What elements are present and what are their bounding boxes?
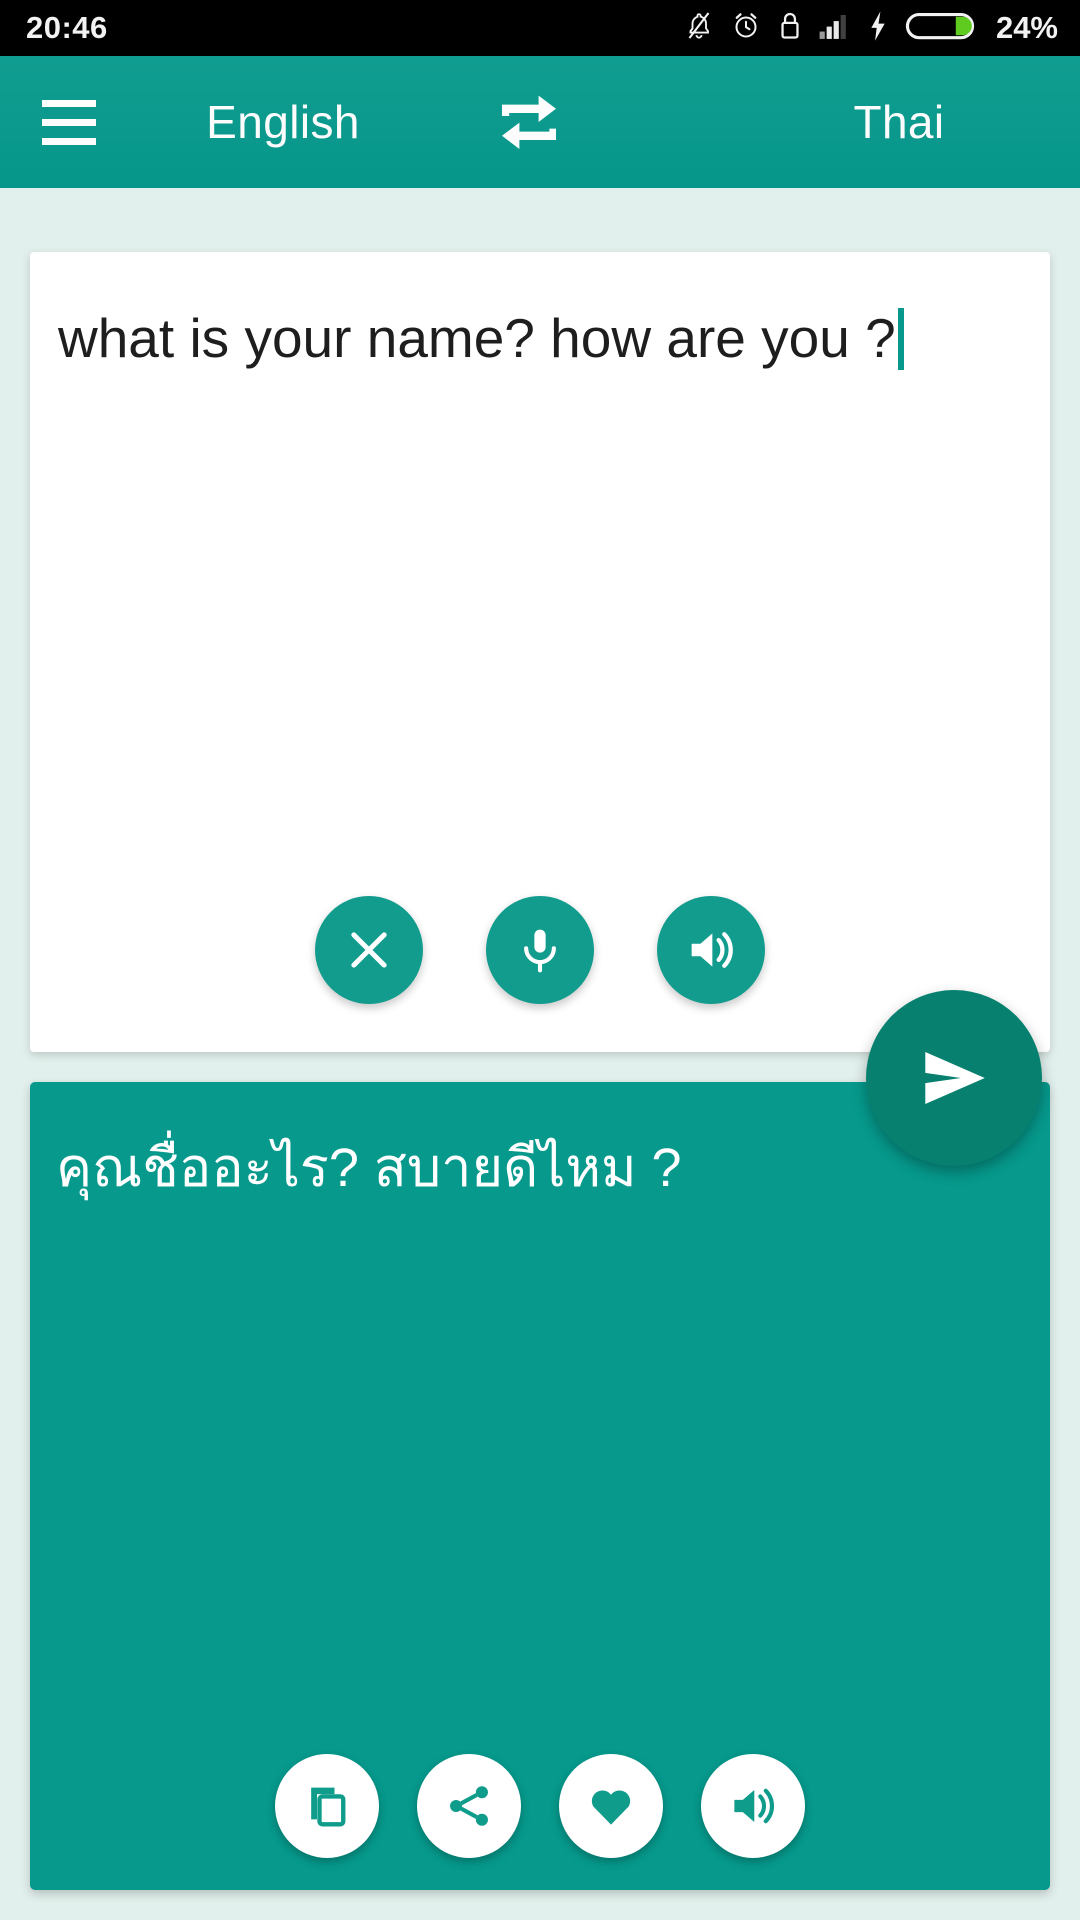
source-text-value: what is your name? how are you ? — [58, 307, 896, 369]
target-language-selector[interactable]: Thai — [754, 95, 1044, 149]
favorite-button[interactable] — [559, 1754, 663, 1858]
source-text-input[interactable]: what is your name? how are you ? — [58, 304, 1000, 373]
alarm-clock-icon — [731, 9, 761, 47]
source-text-card: what is your name? how are you ? — [30, 252, 1050, 1052]
translated-text-card: คุณชื่ออะไร? สบายดีไหม ? — [30, 1082, 1050, 1890]
lock-icon — [778, 9, 802, 47]
swap-languages-icon[interactable] — [474, 67, 584, 177]
share-button[interactable] — [417, 1754, 521, 1858]
listen-source-button[interactable] — [657, 896, 765, 1004]
copy-button[interactable] — [275, 1754, 379, 1858]
status-bar: 20:46 24% — [0, 0, 1080, 56]
source-language-selector[interactable]: English — [138, 95, 428, 149]
translated-text-value: คุณชื่ออะไร? สบายดีไหม ? — [56, 1138, 682, 1198]
charging-bolt-icon — [868, 10, 888, 47]
status-clock: 20:46 — [26, 10, 108, 45]
bell-muted-icon — [684, 9, 714, 48]
source-action-bar — [30, 896, 1050, 1004]
battery-percent-label: 24% — [995, 10, 1058, 45]
text-cursor — [897, 308, 904, 370]
listen-target-button[interactable] — [701, 1754, 805, 1858]
battery-icon — [905, 9, 975, 48]
app-toolbar: English Thai — [0, 56, 1080, 188]
translator-app-screen: 20:46 24% English Thai what is your name… — [0, 0, 1080, 1920]
hamburger-menu-icon[interactable] — [26, 79, 112, 165]
clear-button[interactable] — [315, 896, 423, 1004]
translation-action-bar — [30, 1754, 1050, 1858]
translate-send-button[interactable] — [866, 990, 1042, 1166]
voice-input-button[interactable] — [486, 896, 594, 1004]
status-icon-tray: 24% — [684, 9, 1058, 48]
signal-bars-icon — [819, 11, 851, 46]
